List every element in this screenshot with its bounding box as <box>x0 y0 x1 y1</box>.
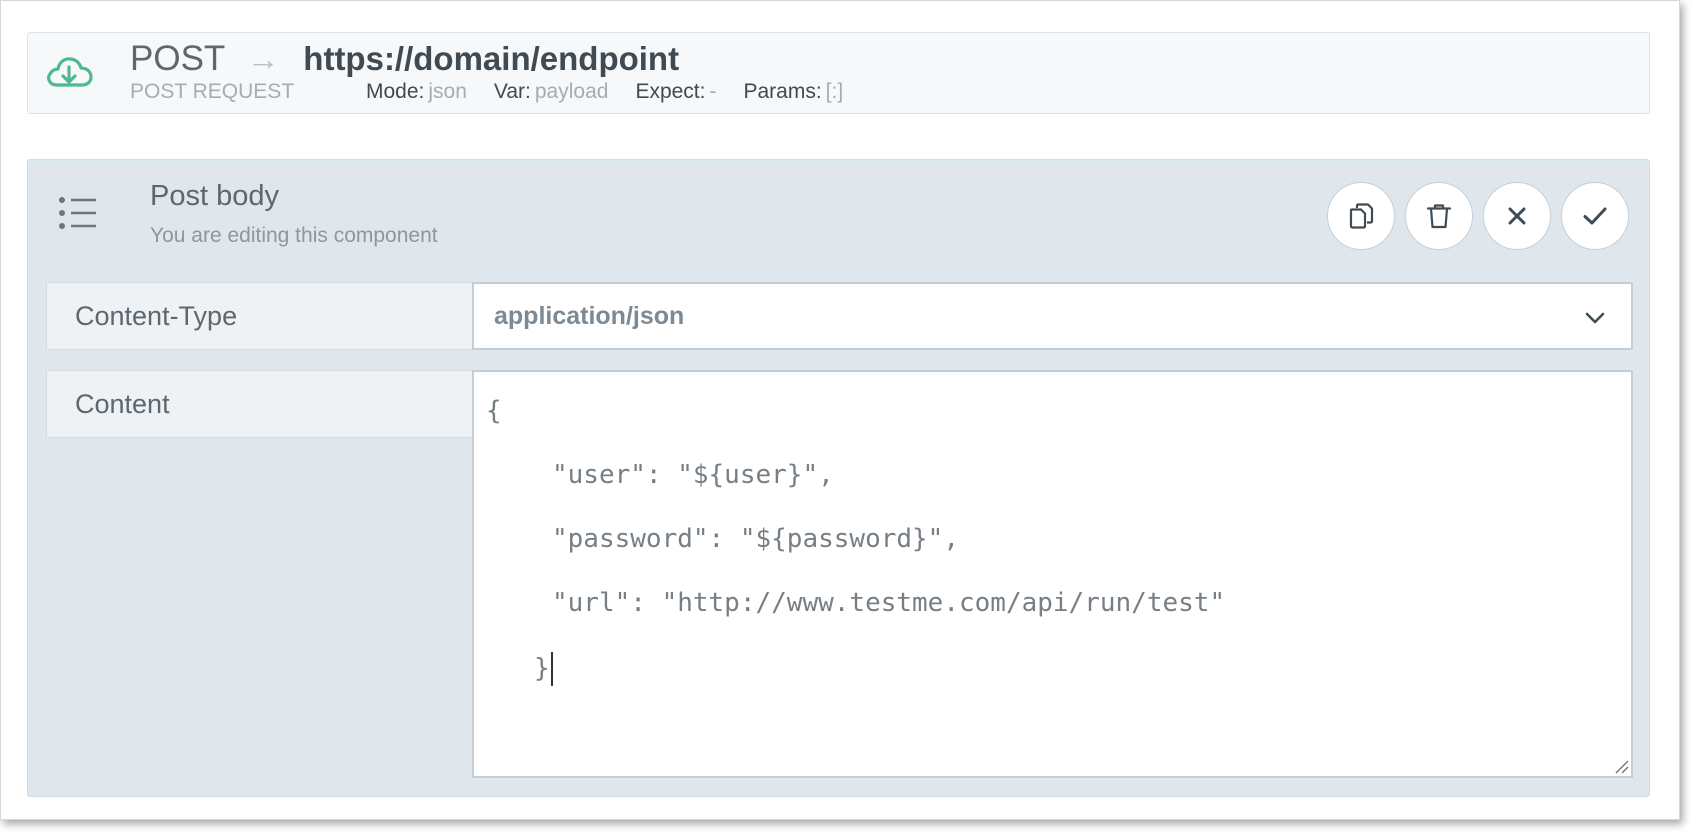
request-header: POST → https://domain/endpoint POST REQU… <box>27 32 1650 114</box>
code-line: "user": "${user}", <box>552 460 834 490</box>
content-type-value: application/json <box>494 301 685 330</box>
meta-mode: Mode: json <box>366 80 467 103</box>
meta-var: Var: payload <box>493 80 609 103</box>
http-method: POST <box>130 39 226 78</box>
text-caret <box>550 652 553 686</box>
resize-handle-icon[interactable] <box>1613 758 1629 774</box>
panel-subtitle: You are editing this component <box>150 224 438 247</box>
meta-params: Params: [:] <box>743 80 844 103</box>
list-icon <box>59 197 96 229</box>
chevron-down-icon <box>1585 312 1605 324</box>
copy-icon <box>1349 203 1374 229</box>
content-textarea[interactable]: { "user": "${user}", "password": "${pass… <box>472 370 1633 778</box>
arrow-right-icon: → <box>247 40 280 77</box>
panel-title: Post body <box>150 180 279 212</box>
check-icon <box>1583 207 1607 225</box>
code-line: "url": "http://www.testme.com/api/run/te… <box>552 588 1226 618</box>
cancel-button[interactable] <box>1483 182 1551 250</box>
post-body-panel: Post body You are editing this component <box>27 159 1650 797</box>
delete-button[interactable] <box>1405 182 1473 250</box>
copy-button[interactable] <box>1327 182 1395 250</box>
code-line-last: } <box>534 652 553 686</box>
content-type-select[interactable]: application/json <box>472 282 1633 350</box>
cloud-download-icon <box>47 57 93 87</box>
panel-actions <box>1327 182 1629 250</box>
endpoint-url: https://domain/endpoint <box>303 40 680 77</box>
content-type-label: Content-Type <box>46 282 472 350</box>
content-label: Content <box>46 370 472 438</box>
code-line: { <box>486 396 502 426</box>
meta-expect: Expect: - <box>635 80 717 103</box>
content-type-row: Content-Type application/json <box>46 282 1633 350</box>
content-row: Content { "user": "${user}", "password":… <box>46 370 1633 778</box>
close-icon <box>1508 207 1526 225</box>
request-meta: POST REQUEST Mode: json Var: payload Expec… <box>130 79 870 105</box>
request-line: POST → https://domain/endpoint <box>130 39 679 79</box>
request-type: POST REQUEST <box>130 80 295 103</box>
confirm-button[interactable] <box>1561 182 1629 250</box>
panel-header: Post body You are editing this component <box>28 160 1649 256</box>
trash-icon <box>1426 204 1452 229</box>
app-window: POST → https://domain/endpoint POST REQU… <box>0 0 1680 820</box>
code-line: "password": "${password}", <box>552 524 959 554</box>
